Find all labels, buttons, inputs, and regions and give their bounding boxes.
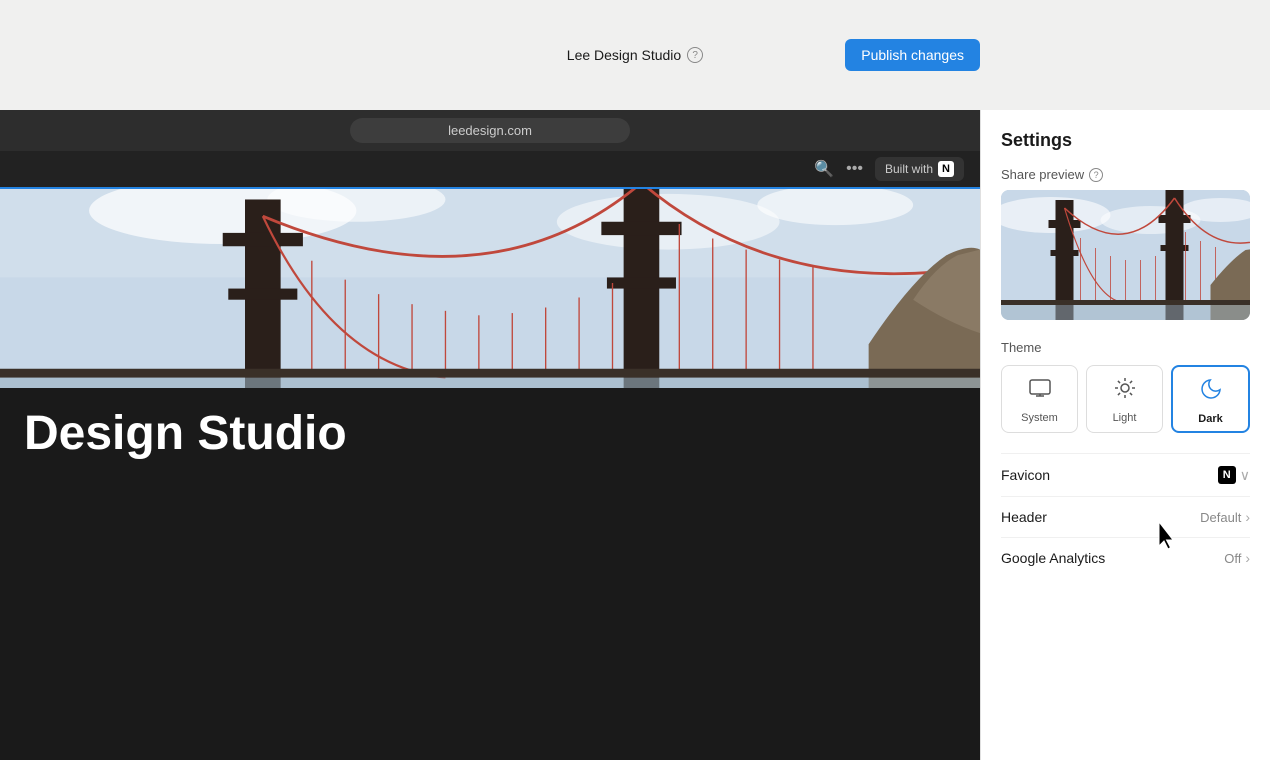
theme-section-label: Theme (1001, 340, 1250, 355)
site-name-area: Lee Design Studio ? (567, 47, 703, 63)
system-theme-icon (1028, 376, 1052, 406)
built-with-label: Built with (885, 162, 933, 176)
analytics-row: Google Analytics Off › (1001, 537, 1250, 578)
browser-toolbar: 🔍 ••• Built with N (0, 151, 980, 189)
analytics-label: Google Analytics (1001, 550, 1105, 566)
main-area: leedesign.com 🔍 ••• Built with N (0, 110, 1270, 760)
info-icon[interactable]: ? (687, 47, 703, 63)
theme-option-light[interactable]: Light (1086, 365, 1163, 433)
favicon-chevron-icon: ∨ (1240, 467, 1250, 484)
preview-pane: leedesign.com 🔍 ••• Built with N (0, 110, 980, 760)
address-input[interactable]: leedesign.com (350, 118, 630, 143)
site-name: Lee Design Studio (567, 47, 681, 63)
search-icon[interactable]: 🔍 (814, 159, 834, 179)
built-with-badge: Built with N (875, 157, 964, 181)
share-preview-info-icon[interactable]: ? (1089, 168, 1103, 182)
header-chevron-icon: › (1245, 509, 1250, 525)
theme-option-system[interactable]: System (1001, 365, 1078, 433)
theme-options: System Light (1001, 365, 1250, 433)
settings-title: Settings (1001, 130, 1250, 151)
hero-title: Design Studio (24, 408, 347, 461)
analytics-chevron-icon: › (1245, 550, 1250, 566)
notion-logo: N (938, 161, 954, 177)
favicon-label: Favicon (1001, 467, 1050, 483)
share-preview-image (1001, 190, 1250, 320)
settings-panel: Settings Share preview ? (980, 110, 1270, 760)
system-theme-label: System (1021, 412, 1058, 424)
dark-theme-icon (1199, 377, 1223, 407)
favicon-value[interactable]: N ∨ (1218, 466, 1250, 484)
favicon-row: Favicon N ∨ (1001, 453, 1250, 496)
header-value[interactable]: Default › (1200, 509, 1250, 525)
header-label: Header (1001, 509, 1047, 525)
header-row: Header Default › (1001, 496, 1250, 537)
address-bar: leedesign.com (0, 110, 980, 151)
dark-theme-label: Dark (1198, 413, 1222, 425)
light-theme-icon (1113, 376, 1137, 406)
publish-button[interactable]: Publish changes (845, 39, 980, 71)
more-icon[interactable]: ••• (846, 160, 863, 178)
favicon-icon: N (1218, 466, 1236, 484)
theme-option-dark[interactable]: Dark (1171, 365, 1250, 433)
hero-area: Design Studio (0, 388, 980, 760)
share-preview-label: Share preview ? (1001, 167, 1250, 182)
analytics-value[interactable]: Off › (1224, 550, 1250, 566)
browser-chrome: leedesign.com 🔍 ••• Built with N (0, 110, 980, 189)
bridge-image (0, 178, 980, 388)
light-theme-label: Light (1113, 412, 1137, 424)
top-bar: Lee Design Studio ? Publish changes (0, 0, 1270, 110)
